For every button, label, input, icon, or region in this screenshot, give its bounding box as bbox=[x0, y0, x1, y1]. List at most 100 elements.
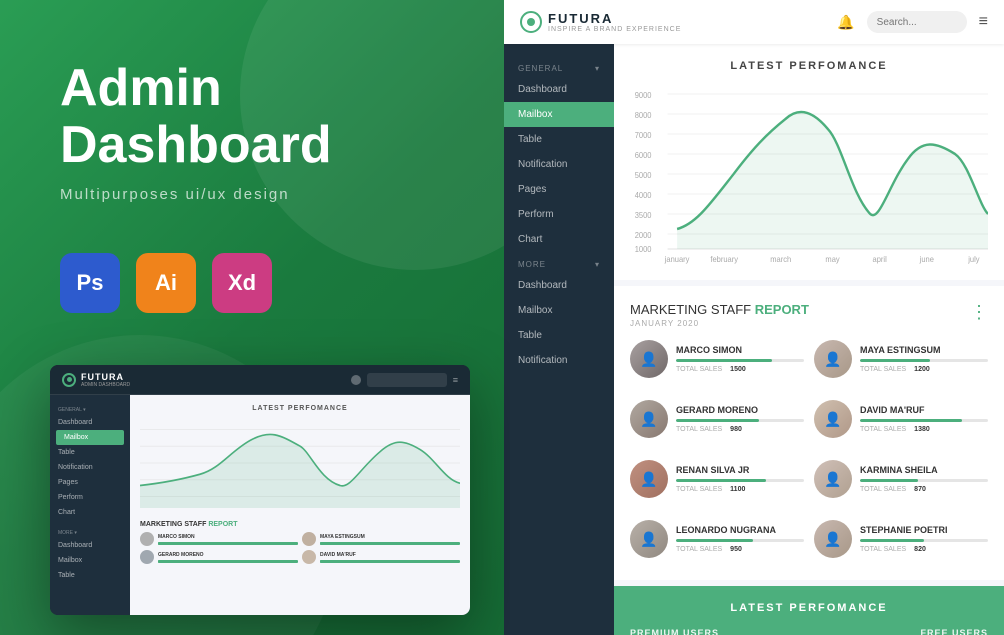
staff-item-marco: 👤 MARCO SIMON TOTAL SALES 1500 bbox=[630, 334, 804, 384]
staff-item-gerard: 👤 GERARD MORENO TOTAL SALES 980 bbox=[630, 394, 804, 444]
sidebar-item-pages[interactable]: Pages bbox=[504, 177, 614, 202]
svg-text:april: april bbox=[873, 255, 887, 264]
svg-text:4000: 4000 bbox=[635, 191, 652, 200]
avatar-stephanie: 👤 bbox=[814, 520, 852, 558]
preview-nav-table: Table bbox=[50, 445, 130, 460]
preview-staff-section: MARKETING STAFF REPORT MARCO SIMON bbox=[140, 521, 460, 564]
preview-staff-item: MAYA ESTINGSUM bbox=[302, 532, 460, 546]
xd-icon: Xd bbox=[212, 253, 272, 313]
staff-title: MARKETING STAFF REPORT bbox=[630, 302, 809, 317]
sidebar-item-more-dashboard[interactable]: Dashboard bbox=[504, 273, 614, 298]
dashboard-body: General ▾ Dashboard Mailbox Table Notifi… bbox=[504, 44, 1004, 635]
svg-text:february: february bbox=[710, 255, 738, 264]
sidebar-item-dashboard[interactable]: Dashboard bbox=[504, 77, 614, 102]
perf-column-headers: PREMIUM USERS FREE USERS bbox=[630, 628, 988, 635]
logo-circle bbox=[520, 11, 542, 33]
dashboard-logo: FUTURA INSPIRE A BRAND EXPERIENCE bbox=[520, 11, 681, 33]
staff-item-maya: 👤 MAYA ESTINGSUM TOTAL SALES 1200 bbox=[814, 334, 988, 384]
menu-icon[interactable]: ≡ bbox=[979, 13, 988, 31]
svg-text:june: june bbox=[919, 255, 934, 264]
avatar-leonardo: 👤 bbox=[630, 520, 668, 558]
ai-icon: Ai bbox=[136, 253, 196, 313]
sidebar-item-notification[interactable]: Notification bbox=[504, 152, 614, 177]
staff-options-icon[interactable]: ⋮ bbox=[970, 302, 988, 323]
sidebar-item-perform[interactable]: Perform bbox=[504, 202, 614, 227]
preview-nav-mailbox: Mailbox bbox=[56, 430, 124, 445]
preview-main: LATEST PERFOMANCE MARKETING STAFF REPORT bbox=[130, 395, 470, 615]
sidebar-item-more-table[interactable]: Table bbox=[504, 323, 614, 348]
preview-header: FUTURA ADMIN DASHBOARD ≡ bbox=[50, 365, 470, 395]
dashboard-panel: FUTURA INSPIRE A BRAND EXPERIENCE 🔔 ≡ Ge… bbox=[504, 0, 1004, 635]
avatar-david: 👤 bbox=[814, 400, 852, 438]
sidebar-item-chart[interactable]: Chart bbox=[504, 227, 614, 252]
search-input[interactable] bbox=[867, 11, 967, 33]
ps-icon: Ps bbox=[60, 253, 120, 313]
preview-chart-title: LATEST PERFOMANCE bbox=[140, 405, 460, 412]
latest-performance-section: LATEST PERFOMANCE PREMIUM USERS FREE USE… bbox=[614, 586, 1004, 635]
preview-search bbox=[367, 373, 447, 387]
left-panel: Admin Dashboard Multipurposes ui/ux desi… bbox=[0, 0, 510, 635]
preview-nav-chart: Chart bbox=[50, 505, 130, 520]
svg-text:may: may bbox=[825, 255, 839, 264]
preview-nav-dashboard: Dashboard bbox=[50, 415, 130, 430]
sidebar-item-table[interactable]: Table bbox=[504, 127, 614, 152]
dashboard-header: FUTURA INSPIRE A BRAND EXPERIENCE 🔔 ≡ bbox=[504, 0, 1004, 44]
staff-item-david: 👤 DAVID MA'RUF TOTAL SALES 1380 bbox=[814, 394, 988, 444]
logo-tagline: INSPIRE A BRAND EXPERIENCE bbox=[548, 26, 681, 33]
svg-text:july: july bbox=[967, 255, 979, 264]
dashboard-sidebar: General ▾ Dashboard Mailbox Table Notifi… bbox=[504, 44, 614, 635]
performance-section: LATEST PERFOMANCE 9000 8000 7000 6000 50… bbox=[614, 44, 1004, 280]
staff-item-stephanie: 👤 STEPHANIE POETRI TOTAL SALES 820 bbox=[814, 514, 988, 564]
staff-date: JANUARY 2020 bbox=[630, 319, 809, 328]
avatar-maya: 👤 bbox=[814, 340, 852, 378]
preview-staff-item: GERARD MORENO bbox=[140, 550, 298, 564]
avatar-karmina: 👤 bbox=[814, 460, 852, 498]
preview-sidebar: General ▾ Dashboard Mailbox Table Notifi… bbox=[50, 395, 130, 615]
svg-text:6000: 6000 bbox=[635, 151, 652, 160]
preview-staff-item: MARCO SIMON bbox=[140, 532, 298, 546]
premium-users-label: PREMIUM USERS bbox=[630, 628, 809, 635]
staff-section: MARKETING STAFF REPORT JANUARY 2020 ⋮ 👤 … bbox=[614, 286, 1004, 580]
dashboard-main: LATEST PERFOMANCE 9000 8000 7000 6000 50… bbox=[614, 44, 1004, 635]
avatar-renan: 👤 bbox=[630, 460, 668, 498]
sidebar-section-general: General ▾ bbox=[504, 56, 614, 77]
header-right: 🔔 ≡ bbox=[837, 11, 988, 33]
latest-perf-title: LATEST PERFOMANCE bbox=[630, 602, 988, 614]
bell-icon[interactable]: 🔔 bbox=[837, 14, 854, 31]
staff-header: MARKETING STAFF REPORT JANUARY 2020 ⋮ bbox=[630, 302, 988, 328]
sidebar-item-more-notification[interactable]: Notification bbox=[504, 348, 614, 373]
staff-item-karmina: 👤 KARMINA SHEILA TOTAL SALES 870 bbox=[814, 454, 988, 504]
logo-name: FUTURA bbox=[548, 11, 681, 26]
preview-card: FUTURA ADMIN DASHBOARD ≡ General ▾ Dashb… bbox=[50, 365, 470, 615]
sidebar-item-mailbox[interactable]: Mailbox bbox=[504, 102, 614, 127]
performance-chart: 9000 8000 7000 6000 5000 4000 3500 2000 … bbox=[630, 84, 988, 264]
preview-nav-pages: Pages bbox=[50, 475, 130, 490]
tool-icons-row: Ps Ai Xd bbox=[60, 253, 460, 313]
staff-grid: 👤 MARCO SIMON TOTAL SALES 1500 👤 bbox=[630, 334, 988, 564]
sidebar-item-more-mailbox[interactable]: Mailbox bbox=[504, 298, 614, 323]
preview-body: General ▾ Dashboard Mailbox Table Notifi… bbox=[50, 395, 470, 615]
preview-logo-tagline: ADMIN DASHBOARD bbox=[81, 382, 130, 388]
svg-text:8000: 8000 bbox=[635, 111, 652, 120]
preview-logo-circle bbox=[62, 373, 76, 387]
svg-text:1000: 1000 bbox=[635, 245, 652, 254]
svg-text:5000: 5000 bbox=[635, 171, 652, 180]
svg-text:7000: 7000 bbox=[635, 131, 652, 140]
staff-item-leonardo: 👤 LEONARDO NUGRANA TOTAL SALES 950 bbox=[630, 514, 804, 564]
staff-item-renan: 👤 RENAN SILVA JR TOTAL SALES 1100 bbox=[630, 454, 804, 504]
svg-text:march: march bbox=[770, 255, 791, 264]
preview-staff-item: DAVID MA'RUF bbox=[302, 550, 460, 564]
subtitle: Multipurposes ui/ux design bbox=[60, 186, 460, 203]
svg-text:2000: 2000 bbox=[635, 231, 652, 240]
preview-nav-perform: Perform bbox=[50, 490, 130, 505]
preview-logo: FUTURA ADMIN DASHBOARD bbox=[62, 372, 130, 388]
preview-logo-name: FUTURA bbox=[81, 372, 130, 382]
svg-text:9000: 9000 bbox=[635, 91, 652, 100]
preview-nav-notification: Notification bbox=[50, 460, 130, 475]
svg-text:january: january bbox=[664, 255, 690, 264]
svg-text:3500: 3500 bbox=[635, 211, 652, 220]
main-title: Admin Dashboard bbox=[60, 60, 460, 174]
avatar-marco: 👤 bbox=[630, 340, 668, 378]
sidebar-section-more: More ▾ bbox=[504, 252, 614, 273]
free-users-label: FREE USERS bbox=[809, 628, 988, 635]
